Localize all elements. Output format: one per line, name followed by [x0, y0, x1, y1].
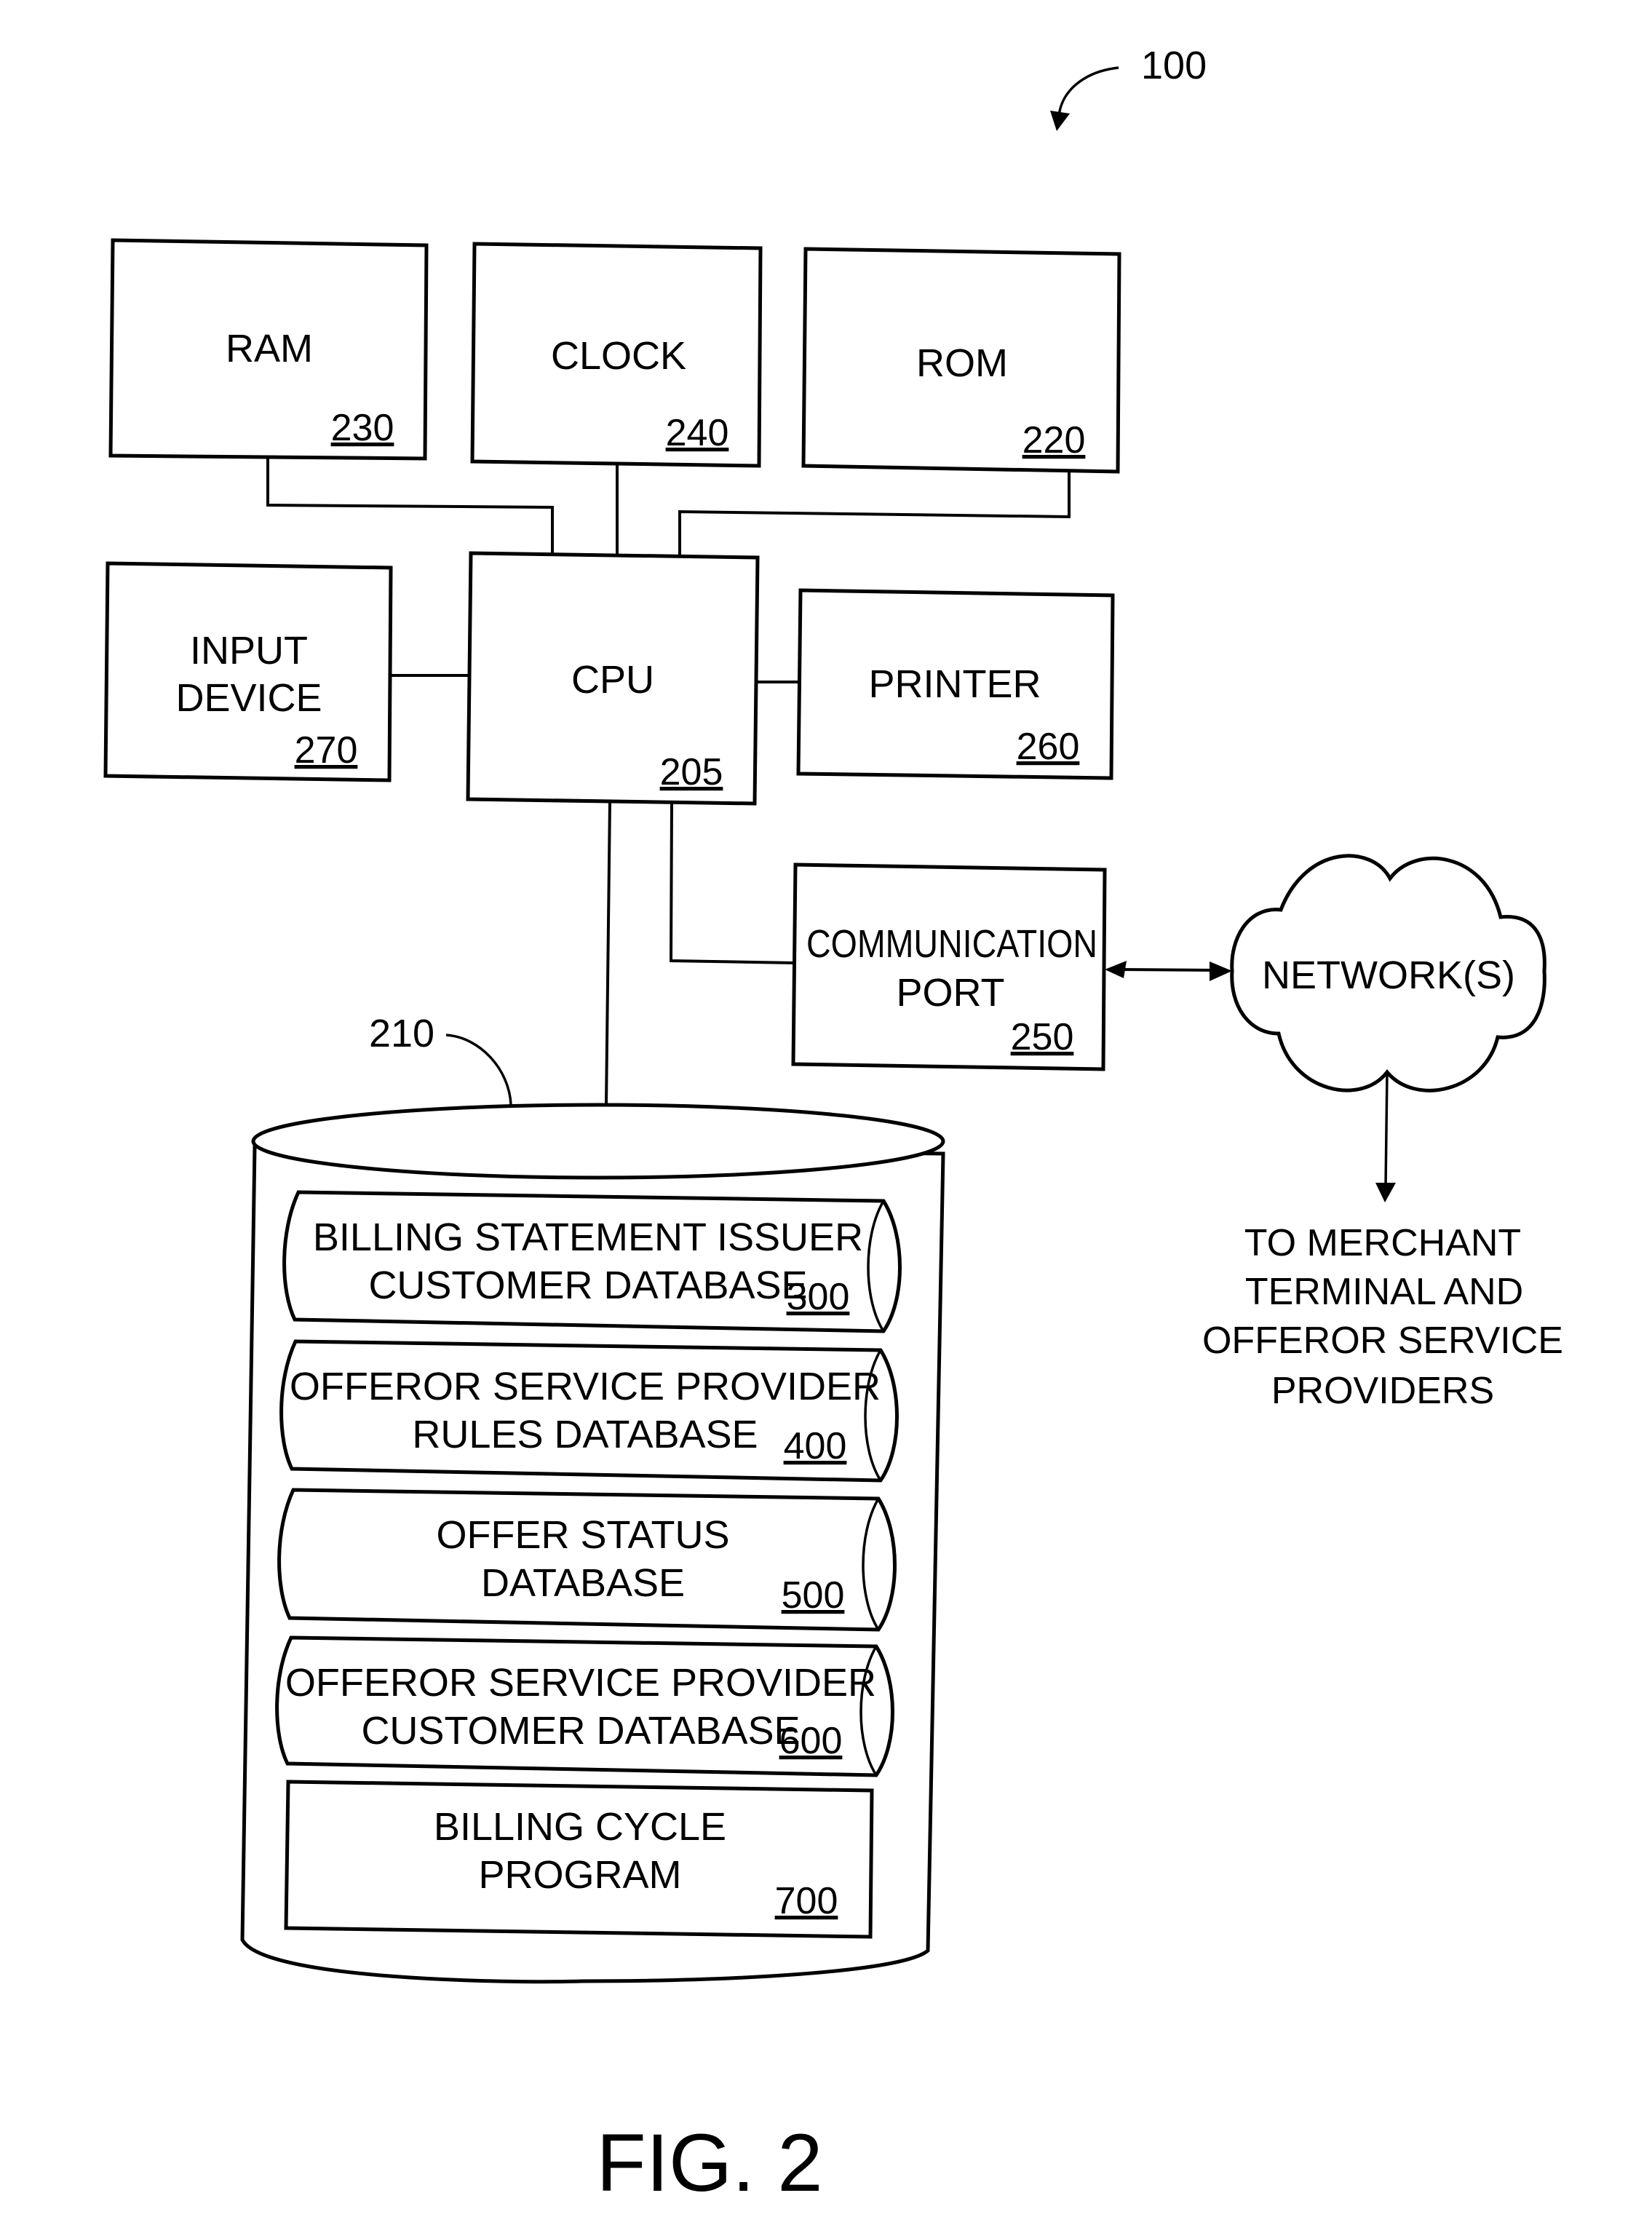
external-destination: TO MERCHANT TERMINAL AND OFFEROR SERVICE…: [1202, 1222, 1563, 1412]
input-device-label-line1: INPUT: [190, 629, 308, 673]
database-block: OFFEROR SERVICE PROVIDER RULES DATABASE 40…: [279, 1339, 899, 1483]
destination-line4: PROVIDERS: [1271, 1370, 1494, 1412]
storage-item-label-line1: OFFEROR SERVICE PROVIDER: [290, 1365, 881, 1408]
system-diagram: 100 RAM 230 CLOCK 240 ROM 220 INPUT DEVI…: [103, 44, 1563, 2208]
destination-line3: OFFEROR SERVICE: [1202, 1320, 1563, 1362]
clock-block: CLOCK 240: [470, 242, 763, 468]
printer-block: PRINTER 260: [796, 588, 1115, 780]
storage-item-label-line2: CUSTOMER DATABASE: [361, 1709, 800, 1753]
cpu-label: CPU: [571, 658, 654, 702]
system-ref-arrow: [1057, 66, 1119, 117]
clock-label: CLOCK: [551, 334, 686, 378]
rom-cpu-connector: [678, 470, 1071, 557]
network-destination-link: [1375, 1071, 1396, 1202]
ram-cpu-connector: [266, 458, 554, 555]
rom-block: ROM 220: [801, 247, 1121, 474]
storage-item-ref: 400: [784, 1425, 847, 1467]
input-device-label-line2: DEVICE: [175, 676, 322, 720]
destination-line2: TERMINAL AND: [1245, 1271, 1523, 1313]
destination-line1: TO MERCHANT: [1244, 1222, 1521, 1264]
storage-item-label-line2: PROGRAM: [478, 1853, 681, 1897]
cylinder-top: [251, 1103, 945, 1180]
arrow-right-icon: [1210, 961, 1232, 981]
storage-item-label-line1: BILLING CYCLE: [434, 1805, 726, 1849]
rom-ref: 220: [1022, 419, 1086, 461]
program-block: BILLING CYCLEPROGRAM 700: [284, 1780, 874, 1939]
cpu-comm-connector: [669, 803, 795, 964]
storage-items: BILLING STATEMENT ISSUER CUSTOMER DATABAS…: [275, 1190, 902, 1939]
storage-ref: 210: [369, 1012, 434, 1055]
communication-port-block: COMMUNICATION PORT 250: [791, 862, 1107, 1071]
comm-port-label-line1: COMMUNICATION: [806, 922, 1097, 966]
clock-ref: 240: [666, 412, 729, 454]
storage-item-label-line1: OFFEROR SERVICE PROVIDER: [285, 1661, 876, 1705]
storage-item-label-line1: OFFER STATUS: [437, 1513, 730, 1557]
storage-item-label-line2: RULES DATABASE: [412, 1413, 758, 1456]
database-block: BILLING STATEMENT ISSUER CUSTOMER DATABAS…: [282, 1190, 902, 1333]
comm-port-ref: 250: [1011, 1016, 1074, 1058]
system-reference: 100: [1050, 44, 1207, 131]
network-label: NETWORK(S): [1262, 953, 1515, 997]
figure-caption: FIG. 2: [596, 2117, 822, 2208]
storage-item-ref: 300: [787, 1276, 850, 1318]
cpu-ref: 205: [660, 751, 723, 793]
arrow-head-icon: [1050, 111, 1070, 131]
system-ref-label: 100: [1141, 44, 1207, 87]
printer-ref: 260: [1017, 726, 1080, 768]
input-device-block: INPUT DEVICE 270: [103, 561, 393, 782]
storage-item-label-line1: BILLING STATEMENT ISSUER: [313, 1215, 863, 1259]
arrow-left-icon: [1105, 961, 1127, 978]
input-device-ref: 270: [295, 729, 358, 772]
printer-label: PRINTER: [868, 662, 1041, 706]
storage-ref-leader: [445, 1034, 512, 1106]
comm-port-label-line2: PORT: [896, 971, 1004, 1015]
rom-label: ROM: [916, 341, 1008, 385]
ram-block: RAM 230: [108, 238, 429, 461]
storage-item-ref: 700: [775, 1880, 838, 1922]
cpu-storage-connector: [605, 801, 611, 1106]
storage-item-ref: 500: [782, 1574, 845, 1617]
comm-network-link: [1105, 961, 1232, 981]
ram-ref: 230: [331, 407, 394, 449]
database-block: OFFER STATUSDATABASE 500: [277, 1488, 897, 1632]
cpu-block: CPU 205: [466, 551, 760, 806]
database-block: OFFEROR SERVICE PROVIDERCUSTOMER DATABAS…: [275, 1635, 894, 1777]
storage-item-label-line2: DATABASE: [481, 1561, 685, 1605]
storage-item-ref: 600: [779, 1720, 843, 1762]
storage-item-label-line2: CUSTOMER DATABASE: [368, 1264, 807, 1307]
ram-label: RAM: [226, 327, 313, 370]
arrow-down-icon: [1375, 1183, 1396, 1202]
network-cloud: NETWORK(S): [1230, 854, 1546, 1092]
